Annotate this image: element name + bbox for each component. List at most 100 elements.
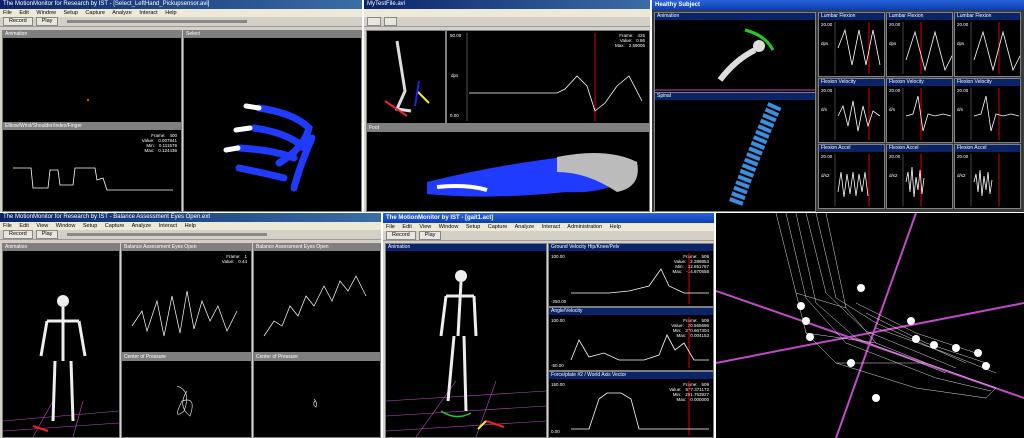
- cop-chart-window-1[interactable]: Balance Assessment Eyes Open Frame: 1 Val…: [121, 243, 252, 353]
- chart-title: Center of Pressure: [254, 354, 380, 361]
- record-button[interactable]: Record: [3, 230, 33, 239]
- menu-edit[interactable]: Edit: [402, 224, 411, 230]
- graph-0-0[interactable]: Lumbar Flexion dps 20.00: [818, 12, 885, 77]
- spine-animation-window[interactable]: Animation: [654, 12, 816, 94]
- marker-spheres: [797, 284, 990, 402]
- wireframe-foot-view[interactable]: [716, 213, 1024, 438]
- play-button[interactable]: [383, 17, 398, 26]
- graph-title: Lumbar Flexion: [955, 13, 1020, 20]
- spine-animation-title: Animation: [655, 13, 815, 20]
- joint-chart-title: Elbow/Wrist/Shoulder/Index/Finger: [3, 123, 181, 130]
- menu-capture[interactable]: Capture: [488, 224, 508, 230]
- gait-animation-title: Animation: [386, 244, 546, 251]
- graph-title: Flexion Accel: [955, 145, 1020, 152]
- body: [39, 307, 87, 422]
- graph-title: Flexion Velocity: [887, 79, 952, 86]
- chart2-trace: [570, 317, 709, 368]
- cop-scribble: [176, 385, 193, 417]
- chart-title: Center of Pressure: [122, 354, 251, 361]
- animation-view: [86, 98, 90, 102]
- menu-interact[interactable]: Interact: [542, 224, 560, 230]
- cop-chart-window-2[interactable]: Balance Assessment Eyes Open: [253, 243, 381, 353]
- trace-line: [13, 167, 173, 191]
- gait-skeleton-view: [386, 270, 546, 437]
- spinal-window[interactable]: Spinal: [654, 92, 816, 212]
- menu-window[interactable]: Window: [439, 224, 459, 230]
- menu-analyze[interactable]: Analyze: [112, 10, 132, 16]
- record-button[interactable]: [367, 17, 381, 26]
- menu-placeholder[interactable]: [367, 10, 369, 16]
- axis-y: [416, 90, 430, 104]
- cop-window-4[interactable]: Center of Pressure: [253, 353, 381, 438]
- menu-administration[interactable]: Administration: [567, 224, 602, 230]
- chart-title: Balance Assessment Eyes Open: [122, 244, 251, 251]
- menu-analyze[interactable]: Analyze: [132, 223, 152, 229]
- menu-bar: File Edit View Window Setup Capture Anal…: [0, 222, 381, 230]
- menu-file[interactable]: File: [3, 223, 12, 229]
- menu-view[interactable]: View: [36, 223, 48, 229]
- window-title: The MotionMonitor by IST - [gait1.act]: [383, 213, 714, 223]
- graph-trace: [902, 22, 952, 74]
- chart-trace: [263, 275, 367, 337]
- menu-interact[interactable]: Interact: [139, 10, 157, 16]
- spine-bones: [717, 47, 757, 82]
- play-button[interactable]: Play: [35, 17, 59, 26]
- chart1-window[interactable]: Ground Velocity Hip/Knee/Pelv 100.00 -25…: [548, 243, 714, 307]
- menu-view[interactable]: View: [419, 224, 431, 230]
- menu-setup[interactable]: Setup: [83, 223, 97, 229]
- chart2-window[interactable]: Angle/Velocity 100.00 -50.00 Frame: 509 V…: [548, 307, 714, 371]
- graph-1-1[interactable]: Flexion Velocity d/s 20.00: [886, 78, 953, 143]
- timeline-slider[interactable]: [67, 233, 268, 236]
- graph-0-1[interactable]: Lumbar Flexion dps 20.00: [886, 12, 953, 77]
- menu-edit[interactable]: Edit: [19, 223, 28, 229]
- chart3-window[interactable]: Force/plate #2 / World Axis Vector 150.0…: [548, 371, 714, 438]
- select-window[interactable]: Select: [183, 30, 362, 212]
- velocity-chart-window[interactable]: Frame: 425 Value: 0.86 Max: 2.59006 50.00 d…: [446, 30, 650, 124]
- skeleton-window[interactable]: [366, 30, 446, 124]
- menu-window[interactable]: Window: [56, 223, 76, 229]
- menu-setup[interactable]: Setup: [466, 224, 480, 230]
- graph-trace: [902, 154, 925, 206]
- graph-1-0[interactable]: Flexion Velocity d/s 20.00: [818, 78, 885, 143]
- floor-grid: [3, 400, 119, 437]
- menu-window[interactable]: Window: [36, 10, 56, 16]
- menu-file[interactable]: File: [3, 10, 12, 16]
- menu-help[interactable]: Help: [610, 224, 621, 230]
- animation-window[interactable]: Animation: [2, 30, 182, 124]
- foot-window[interactable]: Foot: [366, 124, 650, 212]
- record-button[interactable]: Record: [3, 17, 33, 26]
- play-button[interactable]: Play: [35, 230, 59, 239]
- graph-0-2[interactable]: Lumbar Flexion dps 20.00: [954, 12, 1021, 77]
- marker-point: [86, 98, 90, 102]
- trace-line: [973, 95, 1020, 132]
- menu-capture[interactable]: Capture: [85, 10, 105, 16]
- menu-capture[interactable]: Capture: [105, 223, 125, 229]
- graph-2-1[interactable]: Flexion Accel d/s2 20.00: [886, 144, 953, 209]
- timeline-slider[interactable]: [67, 20, 248, 23]
- gait-animation-window[interactable]: Animation: [385, 243, 547, 438]
- joint-trace: [13, 167, 173, 191]
- menu-analyze[interactable]: Analyze: [515, 224, 535, 230]
- hand-bones: [235, 104, 316, 192]
- spine-animation-view: [655, 28, 815, 91]
- skeleton-window[interactable]: Animation: [2, 243, 120, 438]
- menu-interact[interactable]: Interact: [159, 223, 177, 229]
- cop-scribble: [313, 398, 318, 408]
- menu-help[interactable]: Help: [185, 223, 196, 229]
- graph-2-0[interactable]: Flexion Accel d/s2 20.00: [818, 144, 885, 209]
- record-button[interactable]: Record: [386, 231, 416, 240]
- menu-file[interactable]: File: [386, 224, 395, 230]
- toolbar: Record Play: [383, 231, 714, 241]
- menu-edit[interactable]: Edit: [19, 10, 28, 16]
- cop-window-3[interactable]: Center of Pressure: [121, 353, 252, 438]
- graph-2-2[interactable]: Flexion Accel d/s2 20.00: [954, 144, 1021, 209]
- top-left-app: The MotionMonitor for Research by IST - …: [0, 0, 362, 212]
- menu-setup[interactable]: Setup: [64, 10, 78, 16]
- trace-line: [469, 75, 643, 112]
- play-button[interactable]: Play: [418, 231, 442, 240]
- trace-line: [905, 30, 952, 72]
- menu-help[interactable]: Help: [165, 10, 176, 16]
- graph-1-2[interactable]: Flexion Velocity d/s 20.00: [954, 78, 1021, 143]
- joint-chart-window[interactable]: Elbow/Wrist/Shoulder/Index/Finger Frame:…: [2, 122, 182, 212]
- leg-bone: [394, 40, 412, 113]
